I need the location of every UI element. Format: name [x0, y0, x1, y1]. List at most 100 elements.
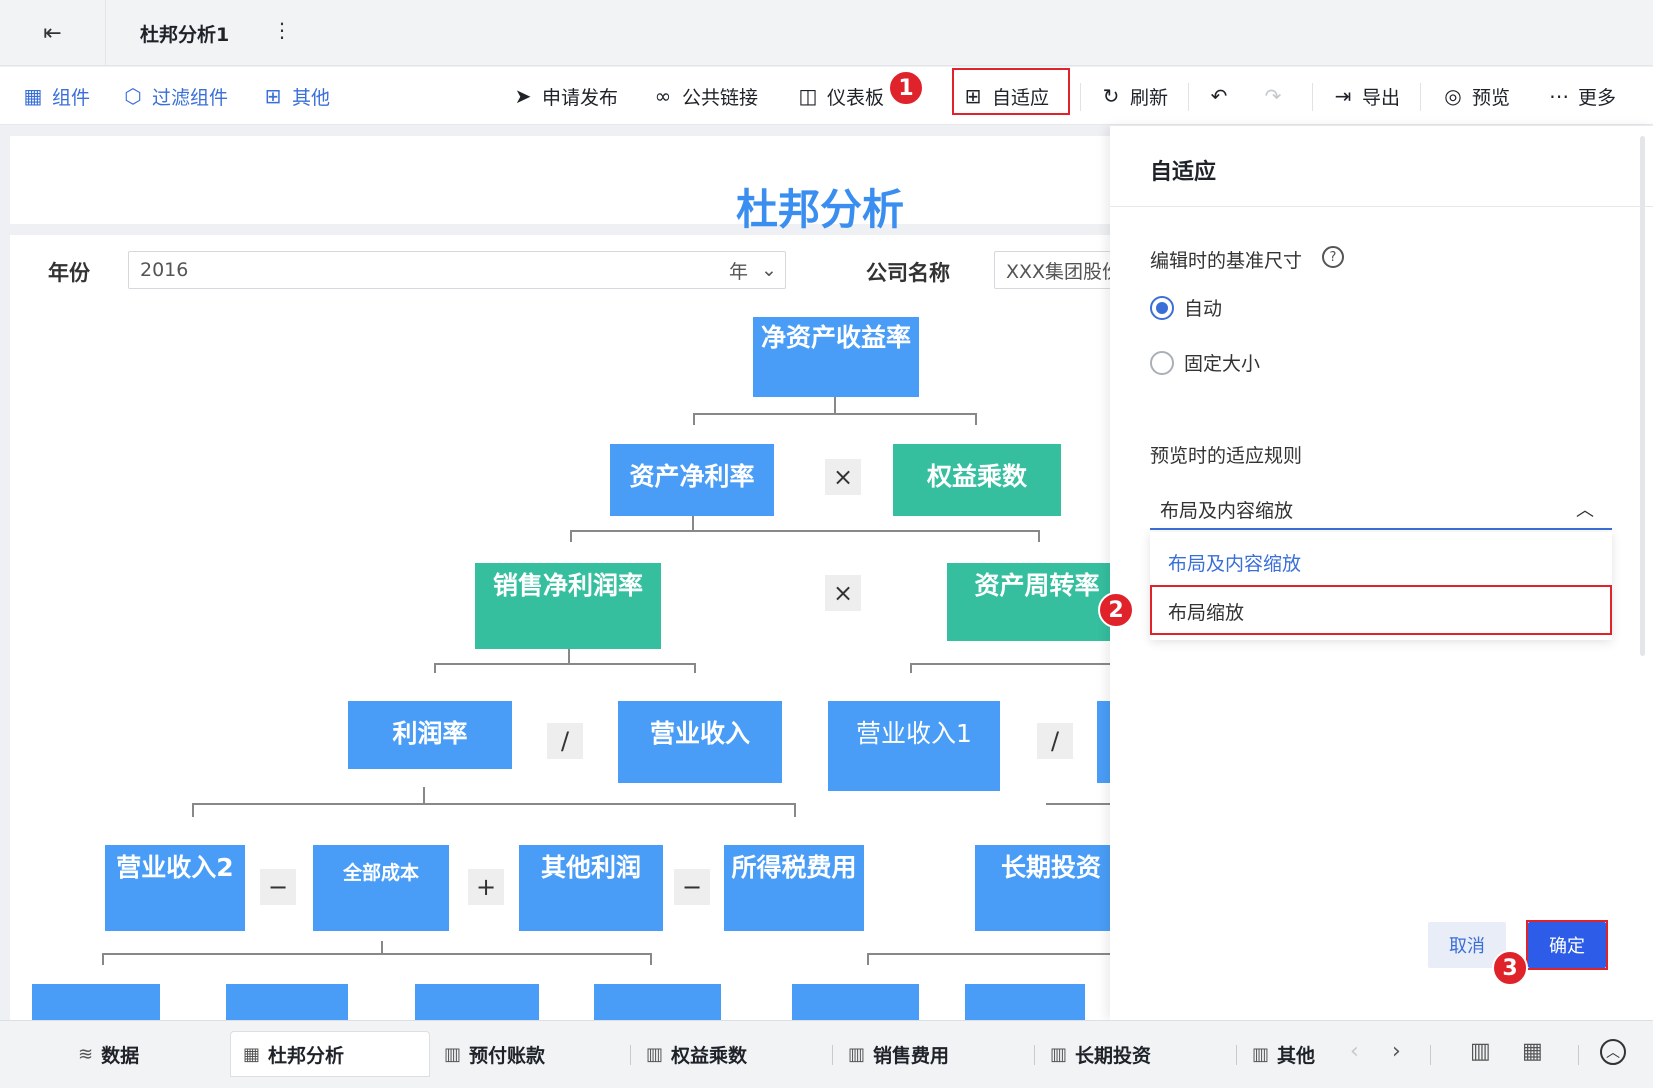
adaptive-panel: 自适应 编辑时的基准尺寸 ? 自动 固定大小 预览时的适应规则 布局及内容缩放 … [1110, 126, 1653, 1020]
node-revenue-2[interactable]: 营业收入2 [105, 845, 245, 931]
toolbar: ▦ 组件 ⬡ 过滤组件 ⊞ 其他 ➤ 申请发布 ∞ 公共链接 ◫ 仪表板 ⊞ 自适应 ↻ 刷新 … [0, 67, 1653, 125]
database-icon: ≋ [78, 1043, 94, 1065]
send-icon: ➤ [514, 84, 532, 108]
node-roe[interactable]: 净资产收益率 [753, 317, 919, 397]
preview-rule-select[interactable]: 布局及内容缩放 ︿ [1150, 490, 1612, 530]
chevron-left-icon[interactable]: ‹ [1350, 1039, 1359, 1064]
chevron-down-icon: ⌄ [761, 259, 777, 281]
chevron-right-icon[interactable]: › [1392, 1039, 1401, 1064]
divide-operator: / [1037, 723, 1073, 759]
tab-others[interactable]: ▥ 其他 [1240, 1031, 1326, 1077]
tab-sales-expenses[interactable]: ▥ 销售费用 [836, 1031, 961, 1077]
add-doc-icon: ⊞ [264, 84, 282, 108]
radio-unchecked-icon [1150, 350, 1174, 375]
year-select[interactable]: 2016 年 ⌄ [128, 251, 786, 289]
minus-operator: − [674, 869, 710, 905]
chart-icon: ▥ [1252, 1043, 1270, 1065]
multiply-operator: × [825, 459, 861, 495]
add-chart-icon[interactable]: ▥ [1470, 1039, 1491, 1064]
tab-equity-multiplier[interactable]: ▥ 权益乘数 [634, 1031, 759, 1077]
report-title-area: 杜邦分析 [10, 136, 1110, 234]
exit-icon[interactable]: ⇤ [0, 0, 106, 66]
export-button[interactable]: ⇥ 导出 [1332, 81, 1400, 111]
more-vertical-icon[interactable]: ⋮ [272, 18, 292, 42]
node-revenue[interactable]: 营业收入 [618, 701, 782, 783]
radio-auto[interactable]: 自动 [1150, 294, 1222, 321]
component-icon: ▦ [23, 84, 43, 108]
sheet-tab-bar: ≋ 数据 ▦ 杜邦分析 ▥ 预付账款 ▥ 权益乘数 ▥ 销售费用 ▥ 长期投资 ▥ 其他 ‹ … [0, 1020, 1653, 1088]
node-level6-5[interactable] [792, 984, 919, 1020]
node-level6-6[interactable] [965, 984, 1085, 1020]
link-icon: ∞ [654, 84, 672, 108]
dashboard-icon: ▦ [243, 1043, 261, 1065]
radio-fixed-size[interactable]: 固定大小 [1150, 349, 1260, 376]
confirm-highlight-box [1526, 920, 1608, 970]
collapse-up-icon[interactable]: ︿ [1600, 1039, 1626, 1065]
adaptive-highlight-box [952, 68, 1070, 115]
node-net-margin[interactable]: 销售净利润率 [475, 563, 661, 649]
panel-title: 自适应 [1150, 160, 1217, 185]
year-label: 年份 [48, 261, 90, 285]
plus-operator: + [468, 869, 504, 905]
refresh-icon: ↻ [1102, 84, 1120, 108]
tab-dupont[interactable]: ▦ 杜邦分析 [230, 1031, 430, 1077]
node-equity-multiplier[interactable]: 权益乘数 [893, 444, 1061, 516]
step-badge-3: 3 [1492, 950, 1528, 986]
refresh-button[interactable]: ↻ 刷新 [1100, 81, 1168, 111]
node-asset-turnover[interactable]: 资产周转率 [947, 563, 1110, 641]
node-total-cost[interactable]: 全部成本 [313, 845, 449, 931]
document-title: 杜邦分析1 [140, 24, 230, 46]
step-badge-2: 2 [1098, 592, 1134, 628]
option-highlight-box [1150, 585, 1612, 635]
base-size-label: 编辑时的基准尺寸 [1150, 250, 1303, 272]
node-revenue-1[interactable]: 营业收入1 [828, 701, 1000, 791]
title-bar: ⇤ 杜邦分析1 ⋮ [0, 0, 1653, 66]
filter-components-button[interactable]: ⬡ 过滤组件 [122, 81, 228, 111]
step-badge-1: 1 [888, 70, 924, 106]
redo-button[interactable]: ↷ [1262, 81, 1284, 111]
chart-icon: ▥ [646, 1043, 664, 1065]
node-level6-3[interactable] [415, 984, 539, 1020]
dashboard-icon: ◫ [798, 84, 818, 108]
divide-operator: / [547, 723, 583, 759]
report-canvas: 年份 2016 年 ⌄ 公司名称 XXX集团股份 净资产收益率 资产净利率 × … [10, 235, 1110, 1020]
more-button[interactable]: ⋯ 更多 [1548, 81, 1616, 111]
node-other-profit[interactable]: 其他利润 [519, 845, 663, 931]
redo-icon: ↷ [1264, 84, 1282, 108]
company-label: 公司名称 [866, 261, 950, 285]
add-dashboard-icon[interactable]: ▦ [1522, 1039, 1543, 1064]
tab-prepayments[interactable]: ▥ 预付账款 [432, 1031, 557, 1077]
components-button[interactable]: ▦ 组件 [22, 81, 90, 111]
public-link-button[interactable]: ∞ 公共链接 [652, 81, 758, 111]
preview-rule-label: 预览时的适应规则 [1150, 445, 1303, 467]
node-roa[interactable]: 资产净利率 [610, 444, 774, 516]
chevron-up-icon: ︿ [1576, 500, 1594, 521]
export-icon: ⇥ [1334, 84, 1352, 108]
chart-icon: ▥ [848, 1043, 866, 1065]
minus-operator: − [260, 869, 296, 905]
company-select[interactable]: XXX集团股份 [994, 251, 1110, 289]
publish-button[interactable]: ➤ 申请发布 [512, 81, 618, 111]
undo-button[interactable]: ↶ [1208, 81, 1230, 111]
node-level6-2[interactable] [226, 984, 348, 1020]
tab-long-term-investment[interactable]: ▥ 长期投资 [1038, 1031, 1163, 1077]
node-profit-rate[interactable]: 利润率 [348, 701, 512, 769]
others-button[interactable]: ⊞ 其他 [262, 81, 330, 111]
chart-icon: ▥ [444, 1043, 462, 1065]
filter-icon: ⬡ [124, 84, 142, 108]
node-level6-1[interactable] [32, 984, 160, 1020]
dashboard-button[interactable]: ◫ 仪表板 [797, 81, 884, 111]
node-long-term-investment[interactable]: 长期投资 [975, 845, 1110, 931]
option-layout-and-content[interactable]: 布局及内容缩放 [1150, 538, 1612, 586]
undo-icon: ↶ [1210, 84, 1228, 108]
node-level6-4[interactable] [594, 984, 721, 1020]
tab-data[interactable]: ≋ 数据 [66, 1031, 151, 1077]
eye-icon: ◎ [1444, 84, 1462, 108]
ellipsis-icon: ⋯ [1549, 84, 1569, 108]
preview-button[interactable]: ◎ 预览 [1442, 81, 1510, 111]
panel-scrollbar[interactable] [1640, 136, 1645, 656]
node-truncated[interactable] [1097, 701, 1110, 783]
multiply-operator: × [825, 575, 861, 611]
node-income-tax[interactable]: 所得税费用 [724, 845, 864, 931]
help-icon[interactable]: ? [1322, 246, 1344, 268]
